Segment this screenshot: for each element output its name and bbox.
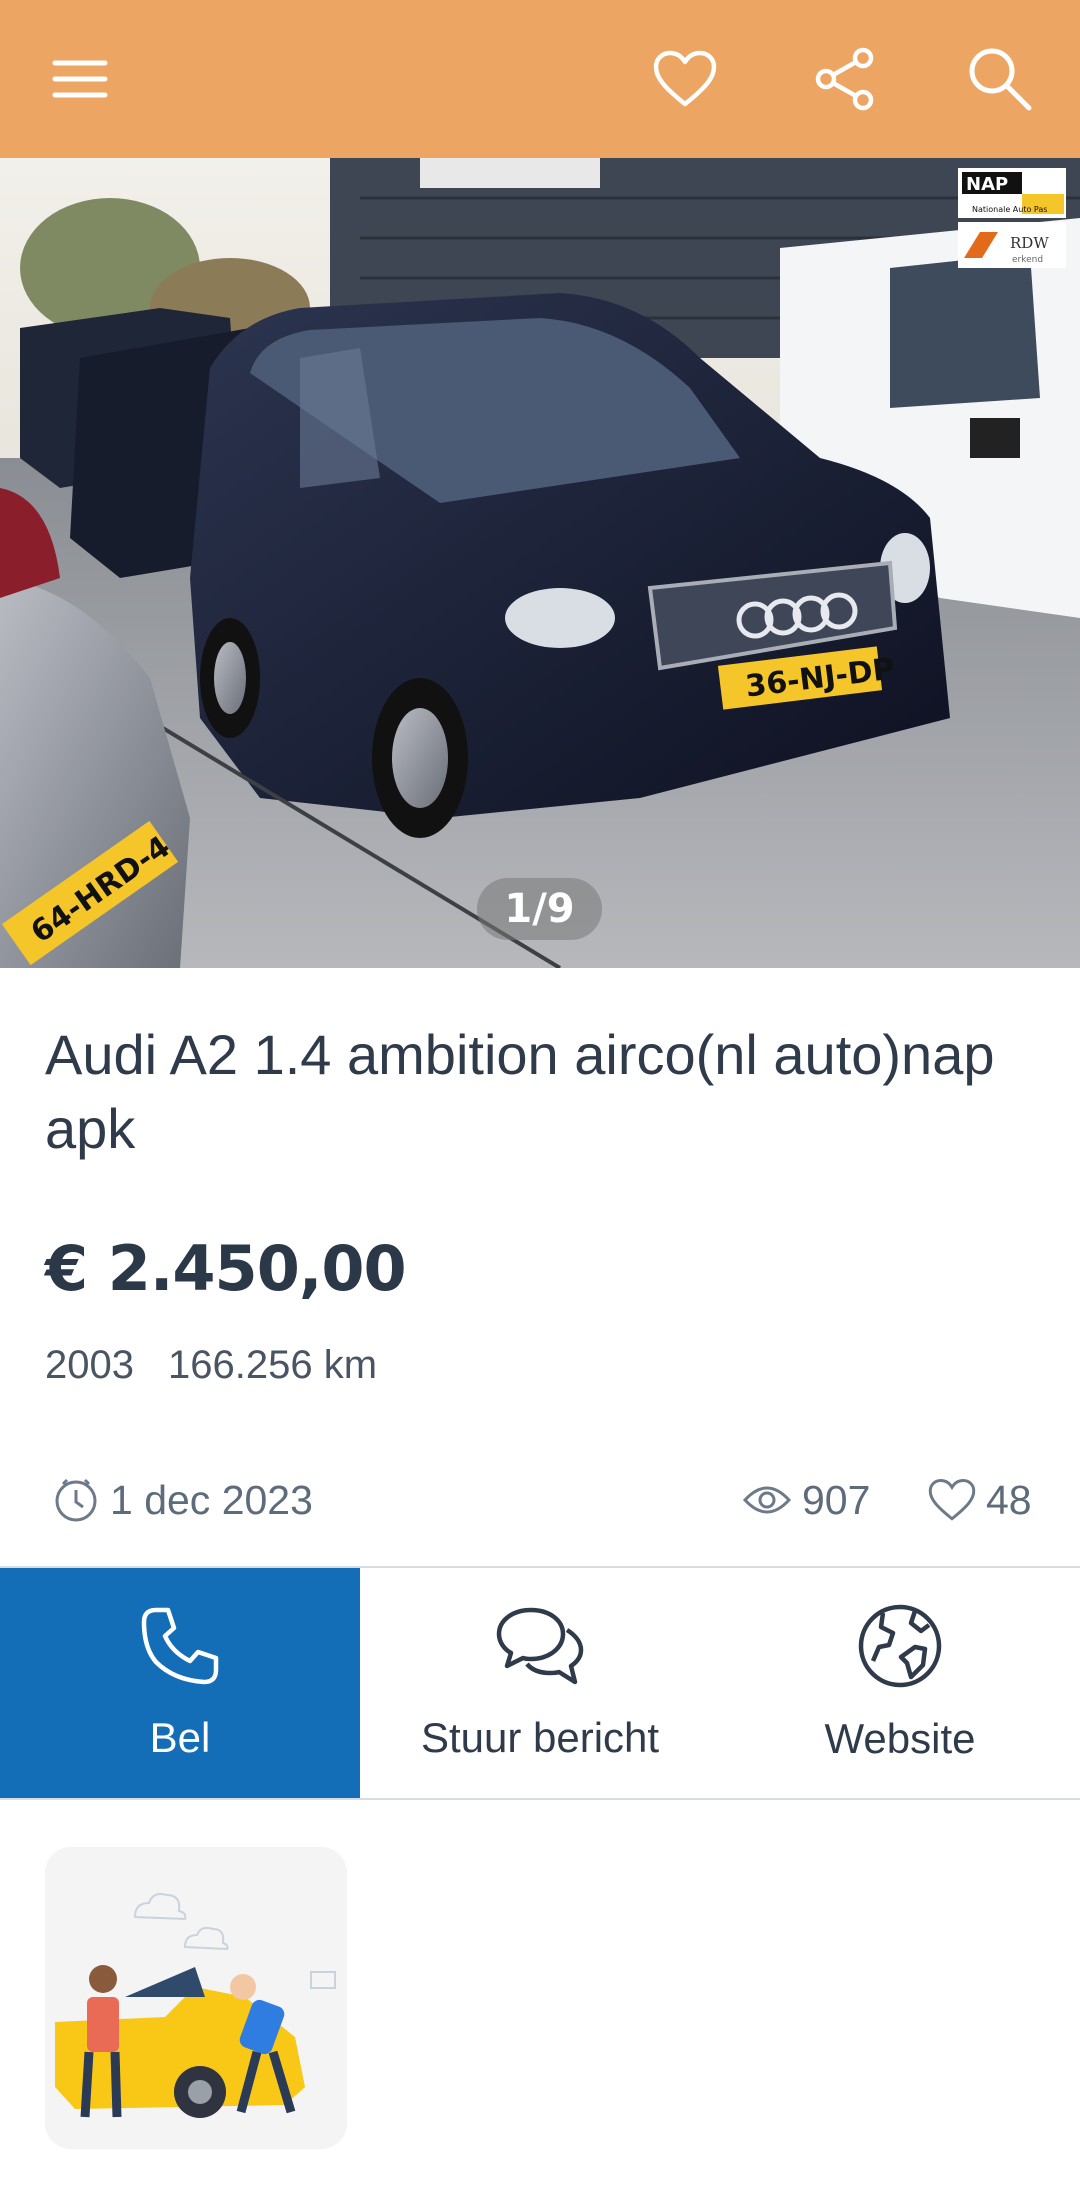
phone-icon	[141, 1607, 219, 1685]
listing-title: Audi A2 1.4 ambition airco(nl auto)nap a…	[45, 1023, 995, 1160]
views-text: 907	[802, 1476, 871, 1523]
dealer-logo[interactable]	[45, 1847, 347, 2149]
svg-text:RDW: RDW	[1010, 234, 1049, 252]
search-icon[interactable]	[960, 39, 1040, 119]
call-label: Bel	[149, 1714, 211, 1761]
divider	[0, 1798, 1080, 1800]
listing-price: € 2.450,00	[45, 1232, 407, 1305]
website-button[interactable]: Website	[720, 1568, 1080, 1798]
like-count: 48	[928, 1470, 1032, 1530]
photo-counter: 1/9	[477, 878, 602, 940]
share-icon[interactable]	[805, 39, 885, 119]
date-text: 1 dec 2023	[110, 1476, 313, 1523]
heart-icon	[928, 1478, 976, 1521]
posted-date: 1 dec 2023	[52, 1470, 313, 1530]
svg-text:erkend: erkend	[1012, 255, 1043, 265]
car-photo: 36-NJ-DP 64-HRD-4	[0, 158, 1080, 968]
nap-rdw-badge: NAP Nationale Auto Pas RDW erkend	[958, 168, 1066, 272]
svg-text:Nationale Auto Pas: Nationale Auto Pas	[972, 205, 1047, 214]
likes-text: 48	[986, 1476, 1032, 1523]
chat-bubbles-icon	[496, 1607, 584, 1685]
favorite-heart-icon[interactable]	[645, 39, 725, 119]
eye-icon	[742, 1486, 792, 1514]
year: 2003	[45, 1343, 134, 1387]
svg-text:NAP: NAP	[966, 174, 1008, 195]
message-label: Stuur bericht	[420, 1714, 660, 1761]
top-app-bar	[0, 0, 1080, 158]
globe-icon	[858, 1604, 942, 1688]
car-photo-gallery[interactable]: 36-NJ-DP 64-HRD-4 NAP Nationale Auto Pas…	[0, 158, 1080, 968]
view-count: 907	[742, 1470, 870, 1530]
call-button[interactable]: Bel	[0, 1568, 360, 1798]
dealer-illustration	[45, 1847, 347, 2149]
listing-specs: 2003 166.256 km	[45, 1343, 377, 1388]
website-label: Website	[824, 1715, 976, 1762]
clock-icon	[55, 1478, 97, 1522]
menu-icon[interactable]	[40, 39, 120, 119]
contact-actions: Bel Stuur bericht Website	[0, 1568, 1080, 1798]
send-message-button[interactable]: Stuur bericht	[360, 1568, 720, 1798]
mileage: 166.256 km	[167, 1343, 378, 1387]
